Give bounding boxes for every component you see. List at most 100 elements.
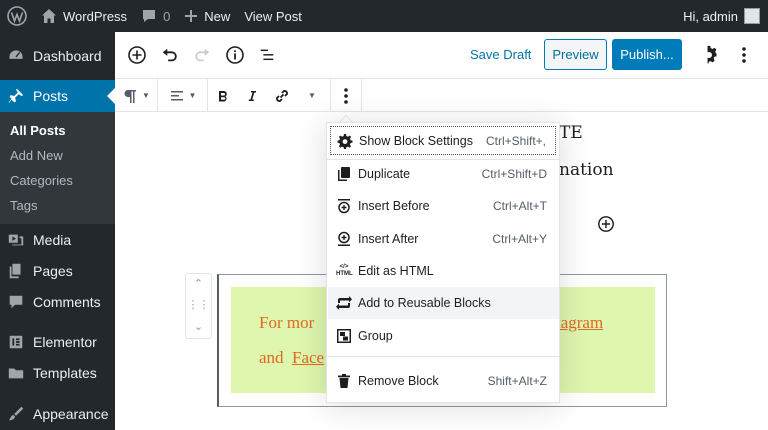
add-block-button[interactable]	[121, 39, 153, 71]
text-align-button[interactable]: ▼	[169, 79, 197, 112]
plus-circle-icon	[128, 46, 146, 64]
pages-icon	[9, 263, 21, 278]
block-type-switcher[interactable]: ▼	[122, 79, 150, 112]
sidebar-subitem-add-new[interactable]: Add New	[0, 143, 115, 168]
menu-item-remove-block[interactable]: Remove Block Shift+Alt+Z	[330, 366, 556, 395]
gear-icon	[337, 133, 353, 149]
move-down-icon[interactable]: ⌄	[194, 321, 203, 333]
comments-count: 0	[163, 8, 171, 24]
menu-shortcut-insert-after: Ctrl+Alt+Y	[492, 231, 547, 246]
menu-item-show-block-settings[interactable]: Show Block Settings Ctrl+Shift+,	[330, 126, 556, 155]
more-tools-button[interactable]	[728, 39, 760, 71]
menu-label-show-block-settings: Show Block Settings	[359, 133, 473, 148]
new-content-link[interactable]: New	[177, 0, 237, 32]
sidebar-label-comments: Comments	[33, 293, 101, 310]
sidebar-label-dashboard: Dashboard	[33, 47, 102, 64]
sidebar-label-pages: Pages	[33, 262, 73, 279]
instagram-link-partial[interactable]: tagram	[556, 313, 603, 333]
post-title-partial[interactable]: TE	[559, 123, 583, 143]
block-switcher-group: ▼	[115, 79, 158, 112]
menu-label-insert-after: Insert After	[358, 231, 419, 246]
paintbrush-icon	[8, 406, 24, 420]
group-icon	[337, 328, 351, 343]
menu-item-edit-as-html[interactable]: </> HTML Edit as HTML	[330, 256, 556, 285]
sidebar-label-posts: Posts	[33, 88, 69, 104]
paragraph-partial[interactable]: nation	[559, 160, 614, 180]
block-more-options-button[interactable]	[331, 79, 361, 112]
menu-label-edit-as-html: Edit as HTML	[358, 263, 434, 278]
sidebar-item-pages[interactable]: Pages	[0, 255, 115, 286]
editor-header-toolbar: Save Draft Preview Publish...	[115, 32, 768, 79]
posts-submenu: All Posts Add New Categories Tags	[0, 112, 115, 224]
preview-button[interactable]: Preview	[544, 39, 607, 70]
menu-item-duplicate[interactable]: Duplicate Ctrl+Shift+D	[330, 159, 556, 188]
bold-button[interactable]	[208, 79, 238, 112]
sidebar-item-templates[interactable]: Templates	[0, 357, 115, 388]
drag-handle-icon[interactable]: ⋮⋮	[188, 300, 210, 311]
sidebar-item-appearance[interactable]: Appearance	[0, 398, 115, 429]
more-formatting-button[interactable]: ▼	[298, 79, 326, 112]
sidebar-subitem-all-posts[interactable]: All Posts	[0, 118, 115, 143]
info-button[interactable]	[219, 39, 251, 71]
redo-button[interactable]	[186, 39, 218, 71]
facebook-link-partial[interactable]: Face	[292, 348, 324, 368]
comments-link[interactable]: 0	[134, 0, 177, 32]
menu-label-insert-before: Insert Before	[358, 198, 430, 213]
move-up-icon[interactable]: ⌃	[194, 279, 203, 290]
highlight-text-line2[interactable]: and	[259, 348, 288, 368]
sidebar-subitem-tags[interactable]: Tags	[0, 193, 115, 218]
menu-item-add-to-reusable-blocks[interactable]: Add to Reusable Blocks	[328, 287, 559, 319]
sidebar-item-comments[interactable]: Comments	[0, 286, 115, 317]
info-icon	[226, 46, 244, 64]
sidebar-item-media[interactable]: Media	[0, 224, 115, 255]
undo-button[interactable]	[154, 39, 186, 71]
align-left-icon	[170, 90, 183, 100]
menu-item-group[interactable]: Group	[330, 321, 556, 350]
menu-item-insert-before[interactable]: Insert Before Ctrl+Alt+T	[330, 191, 556, 220]
sidebar-item-dashboard[interactable]: Dashboard	[0, 40, 115, 71]
chevron-down-icon: ▼	[142, 91, 150, 100]
media-icon	[8, 234, 24, 245]
sidebar-item-elementor[interactable]: Elementor	[0, 326, 115, 357]
link-icon	[276, 89, 288, 102]
bold-icon	[219, 90, 227, 101]
view-post-label: View Post	[244, 8, 302, 24]
menu-label-remove-block: Remove Block	[358, 373, 439, 388]
comments-icon	[9, 295, 23, 308]
site-name-link[interactable]: WordPress	[34, 0, 134, 32]
sidebar-label-appearance: Appearance	[33, 405, 109, 422]
chevron-down-icon: ▼	[308, 91, 316, 100]
undo-icon	[162, 48, 177, 62]
view-post-link[interactable]: View Post	[237, 0, 309, 32]
block-navigation-button[interactable]	[251, 39, 283, 71]
italic-button[interactable]	[238, 79, 266, 112]
gear-icon	[706, 45, 717, 64]
highlight-text-line1[interactable]: For mor	[259, 313, 314, 333]
italic-icon	[248, 90, 256, 101]
sidebar-label-media: Media	[33, 231, 72, 248]
duplicate-icon	[338, 166, 350, 181]
greeting: Hi, admin	[683, 8, 738, 24]
block-mover: ⌃ ⋮⋮ ⌄	[185, 273, 212, 339]
menu-label-add-to-reusable-blocks: Add to Reusable Blocks	[358, 296, 491, 310]
publish-button[interactable]: Publish...	[612, 39, 682, 70]
home-icon	[42, 9, 56, 23]
pushpin-icon	[8, 88, 24, 104]
dashboard-icon	[8, 48, 24, 60]
account-menu[interactable]: Hi, admin	[676, 0, 768, 32]
menu-shortcut-insert-before: Ctrl+Alt+T	[492, 198, 547, 213]
plus-circle-icon	[598, 216, 614, 232]
menu-shortcut-show-block-settings: Ctrl+Shift+,	[485, 133, 546, 148]
block-settings-menu: Show Block Settings Ctrl+Shift+, Duplica…	[326, 122, 560, 403]
inline-add-block-button[interactable]	[597, 215, 615, 236]
trash-icon	[338, 373, 350, 388]
menu-item-insert-after[interactable]: Insert After Ctrl+Alt+Y	[330, 224, 556, 253]
chevron-down-icon: ▼	[188, 91, 197, 100]
sidebar-item-posts[interactable]: Posts	[0, 80, 115, 112]
wp-logo-button[interactable]	[0, 0, 34, 32]
sidebar-subitem-categories[interactable]: Categories	[0, 168, 115, 193]
save-draft-button[interactable]: Save Draft	[470, 47, 531, 62]
settings-button[interactable]	[693, 39, 725, 71]
link-button[interactable]	[266, 79, 298, 112]
insert-before-icon	[338, 198, 350, 213]
